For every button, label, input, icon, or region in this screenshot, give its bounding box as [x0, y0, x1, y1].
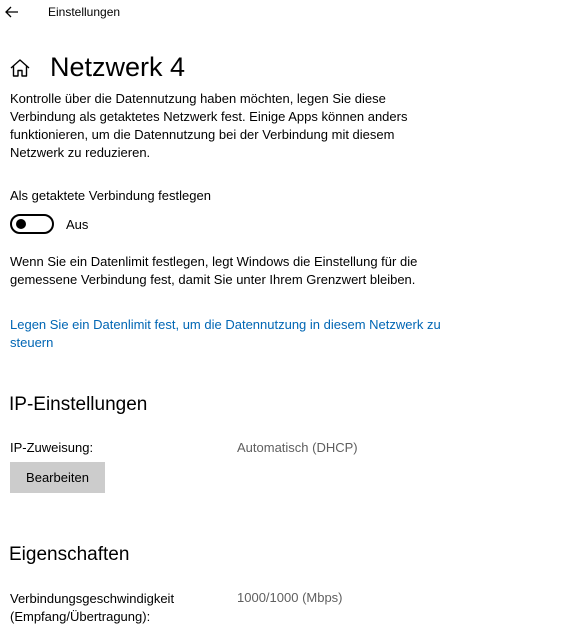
- data-limit-description: Wenn Sie ein Datenlimit festlegen, legt …: [10, 254, 418, 287]
- back-button[interactable]: [0, 0, 24, 24]
- metered-connection-toggle[interactable]: [10, 214, 54, 234]
- connection-speed-value: 1000/1000 (Mbps): [237, 590, 343, 605]
- connection-speed-label: Verbindungsgeschwindigkeit (Empfang/Über…: [10, 591, 175, 624]
- metered-toggle-label: Als getaktete Verbindung festlegen: [10, 188, 211, 203]
- title-bar: Einstellungen: [0, 0, 567, 26]
- ip-assignment-label: IP-Zuweisung:: [10, 440, 94, 455]
- ip-settings-heading: IP-Einstellungen: [9, 394, 148, 415]
- properties-heading: Eigenschaften: [9, 544, 130, 565]
- home-button[interactable]: [9, 57, 31, 79]
- home-icon: [10, 59, 30, 77]
- page-title: Netzwerk 4: [50, 52, 186, 82]
- set-data-limit-link[interactable]: Legen Sie ein Datenlimit fest, um die Da…: [10, 316, 460, 352]
- app-title: Einstellungen: [48, 5, 121, 19]
- toggle-state-label: Aus: [66, 217, 89, 232]
- ip-assignment-value: Automatisch (DHCP): [237, 440, 358, 455]
- back-arrow-icon: [5, 6, 18, 18]
- edit-button[interactable]: Bearbeiten: [10, 462, 105, 493]
- toggle-knob: [16, 219, 26, 229]
- metered-description: Kontrolle über die Datennutzung haben mö…: [10, 91, 408, 160]
